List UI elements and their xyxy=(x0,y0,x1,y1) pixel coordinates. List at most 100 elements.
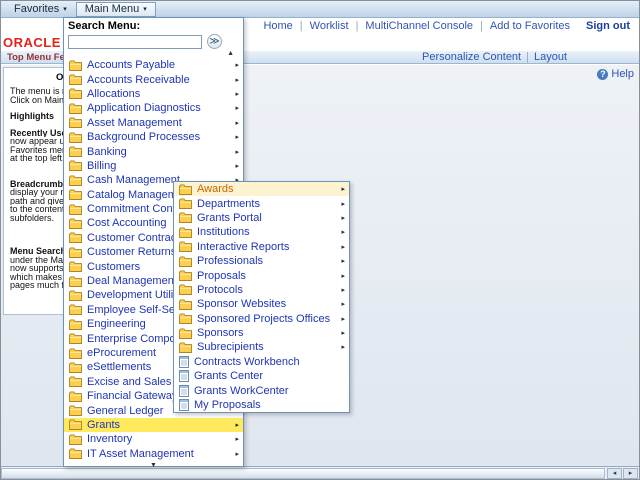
submenu-item[interactable]: Sponsored Projects Offices ▸ xyxy=(174,312,349,326)
folder-icon xyxy=(69,376,82,387)
flyout-arrow-icon: ▸ xyxy=(235,90,239,98)
menu-scroll-down[interactable]: ▼ xyxy=(64,461,243,471)
folder-icon xyxy=(179,212,192,223)
scroll-right-button[interactable]: ▸ xyxy=(623,468,638,479)
submenu-item[interactable]: Grants WorkCenter ▸ xyxy=(174,383,349,397)
menu-item[interactable]: Banking ▸ xyxy=(64,144,243,158)
search-go-button[interactable]: ≫ xyxy=(207,34,222,49)
folder-icon xyxy=(69,276,82,287)
menu-item[interactable]: Accounts Receivable ▸ xyxy=(64,72,243,86)
menu-item[interactable]: Inventory ▸ xyxy=(64,432,243,446)
folder-icon xyxy=(69,247,82,258)
nav-link[interactable]: Add to Favorites xyxy=(473,20,570,32)
scrollbar-buttons: ◂ ▸ xyxy=(606,468,638,479)
submenu-item-label: Professionals xyxy=(197,255,339,267)
folder-icon xyxy=(69,391,82,402)
submenu-item-label: Grants Center xyxy=(194,370,339,382)
submenu-item-label: Proposals xyxy=(197,270,339,282)
submenu-item-label: Grants WorkCenter xyxy=(194,385,339,397)
folder-icon xyxy=(69,175,82,186)
flyout-arrow-icon: ▸ xyxy=(341,200,345,208)
menu-item-label: Allocations xyxy=(87,88,233,100)
menu-item[interactable]: IT Asset Management ▸ xyxy=(64,447,243,461)
page-icon xyxy=(179,356,189,368)
folder-icon xyxy=(69,434,82,445)
submenu-item[interactable]: Institutions ▸ xyxy=(174,225,349,239)
flyout-arrow-icon: ▸ xyxy=(235,450,239,458)
submenu-item-label: Grants Portal xyxy=(197,212,339,224)
menu-item-label: Application Diagnostics xyxy=(87,102,233,114)
chevron-down-icon: ▾ xyxy=(143,5,147,13)
help-icon: ? xyxy=(597,69,608,80)
personalize-content-link[interactable]: Personalize Content xyxy=(422,51,521,63)
folder-icon xyxy=(179,299,192,310)
menu-item[interactable]: Background Processes ▸ xyxy=(64,130,243,144)
folder-icon xyxy=(69,362,82,373)
submenu-item[interactable]: Interactive Reports ▸ xyxy=(174,240,349,254)
menu-item[interactable]: Grants ▸ xyxy=(64,418,243,432)
submenu-item-label: My Proposals xyxy=(194,399,339,411)
flyout-arrow-icon: ▸ xyxy=(235,435,239,443)
menu-item-label: Billing xyxy=(87,160,233,172)
folder-icon xyxy=(69,146,82,157)
menu-search-input[interactable] xyxy=(68,35,202,49)
page-icon xyxy=(179,399,189,411)
page-icon xyxy=(179,385,189,397)
submenu-item-label: Subrecipients xyxy=(197,341,339,353)
submenu-item[interactable]: Protocols ▸ xyxy=(174,283,349,297)
submenu-item[interactable]: Proposals ▸ xyxy=(174,268,349,282)
submenu-item[interactable]: Subrecipients ▸ xyxy=(174,340,349,354)
folder-icon xyxy=(69,333,82,344)
flyout-arrow-icon: ▸ xyxy=(235,148,239,156)
flyout-arrow-icon: ▸ xyxy=(235,76,239,84)
folder-icon xyxy=(69,74,82,85)
menu-item[interactable]: Asset Management ▸ xyxy=(64,116,243,130)
favorites-menu[interactable]: Favorites ▾ xyxy=(5,2,76,17)
flyout-arrow-icon: ▸ xyxy=(235,162,239,170)
submenu-item[interactable]: Sponsor Websites ▸ xyxy=(174,297,349,311)
menu-item[interactable]: Billing ▸ xyxy=(64,159,243,173)
folder-icon xyxy=(69,232,82,243)
folder-icon xyxy=(179,184,192,195)
folder-icon xyxy=(179,227,192,238)
folder-icon xyxy=(69,419,82,430)
nav-link[interactable]: MultiChannel Console xyxy=(349,20,473,32)
help-label: Help xyxy=(611,68,634,80)
menu-item-label: Banking xyxy=(87,146,233,158)
submenu-item[interactable]: Awards ▸ xyxy=(174,182,349,196)
folder-icon xyxy=(179,284,192,295)
sign-out-link[interactable]: Sign out xyxy=(586,20,630,32)
submenu-item[interactable]: Departments ▸ xyxy=(174,196,349,210)
nav-link[interactable]: Home xyxy=(263,20,292,32)
folder-icon xyxy=(69,189,82,200)
menu-scroll-up[interactable]: ▲ xyxy=(64,49,243,58)
submenu-item[interactable]: Grants Portal ▸ xyxy=(174,211,349,225)
personalize-links: Personalize Content | Layout xyxy=(422,51,567,63)
nav-link[interactable]: Worklist xyxy=(293,20,349,32)
submenu-item[interactable]: Professionals ▸ xyxy=(174,254,349,268)
submenu-item[interactable]: My Proposals ▸ xyxy=(174,398,349,412)
flyout-arrow-icon: ▸ xyxy=(341,300,345,308)
flyout-arrow-icon: ▸ xyxy=(341,257,345,265)
submenu-item[interactable]: Contracts Workbench ▸ xyxy=(174,355,349,369)
menu-item[interactable]: Accounts Payable ▸ xyxy=(64,58,243,72)
scroll-left-button[interactable]: ◂ xyxy=(607,468,622,479)
folder-icon xyxy=(69,304,82,315)
menubar: Favorites ▾ Main Menu ▾ xyxy=(1,1,639,18)
help-link[interactable]: ? Help xyxy=(597,68,634,80)
menu-item-label: IT Asset Management xyxy=(87,448,233,460)
flyout-arrow-icon: ▸ xyxy=(235,61,239,69)
main-menu[interactable]: Main Menu ▾ xyxy=(76,2,156,17)
menu-item[interactable]: Application Diagnostics ▸ xyxy=(64,101,243,115)
flyout-arrow-icon: ▸ xyxy=(341,315,345,323)
folder-icon xyxy=(69,405,82,416)
flyout-arrow-icon: ▸ xyxy=(341,214,345,222)
submenu-item[interactable]: Grants Center ▸ xyxy=(174,369,349,383)
menu-item[interactable]: Allocations ▸ xyxy=(64,87,243,101)
flyout-arrow-icon: ▸ xyxy=(341,243,345,251)
submenu-item[interactable]: Sponsors ▸ xyxy=(174,326,349,340)
layout-link[interactable]: Layout xyxy=(534,51,567,63)
submenu-item-label: Departments xyxy=(197,198,339,210)
submenu-item-label: Sponsor Websites xyxy=(197,298,339,310)
flyout-arrow-icon: ▸ xyxy=(235,421,239,429)
